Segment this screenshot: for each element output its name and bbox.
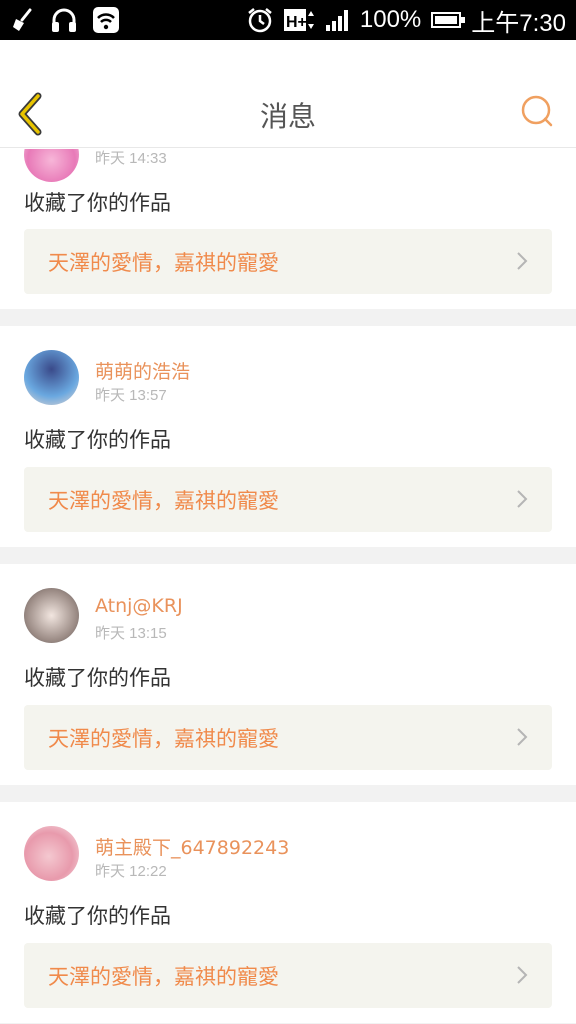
message-action: 收藏了你的作品 (24, 666, 171, 690)
username[interactable]: 萌萌的浩浩 (95, 357, 190, 384)
chevron-right-icon (517, 490, 528, 508)
alarm-icon (246, 6, 274, 34)
username[interactable]: 萌主殿下_647892243 (95, 833, 289, 860)
username[interactable]: Atnj@KRJ (95, 595, 183, 617)
header-bar: 消息 (0, 40, 576, 148)
work-link[interactable]: 天澤的愛情，嘉祺的寵愛 (24, 467, 552, 532)
work-link[interactable]: 天澤的愛情，嘉祺的寵愛 (24, 705, 552, 770)
clock: 上午7:30 (471, 9, 566, 37)
message-action: 收藏了你的作品 (24, 904, 171, 928)
separator (0, 309, 576, 326)
chevron-right-icon (517, 966, 528, 984)
chevron-right-icon (517, 728, 528, 746)
message-card: 萌萌的浩浩 昨天 13:57 收藏了你的作品 天澤的愛情，嘉祺的寵愛 (0, 326, 576, 547)
network-h-plus-icon: H+ (283, 6, 314, 34)
message-card: 昨天 14:33 收藏了你的作品 天澤的愛情，嘉祺的寵愛 (0, 149, 576, 309)
message-card: 萌主殿下_647892243 昨天 12:22 收藏了你的作品 天澤的愛情，嘉祺… (0, 802, 576, 1023)
search-button[interactable] (520, 94, 554, 128)
message-action: 收藏了你的作品 (24, 191, 171, 215)
work-title: 天澤的愛情，嘉祺的寵愛 (48, 488, 279, 513)
search-icon (521, 95, 553, 127)
message-action: 收藏了你的作品 (24, 428, 171, 452)
work-title: 天澤的愛情，嘉祺的寵愛 (48, 726, 279, 751)
avatar[interactable] (24, 588, 79, 643)
message-time: 昨天 13:15 (95, 625, 167, 642)
status-bar: H+ 100% 上午7:30 (0, 0, 576, 40)
chevron-right-icon (517, 252, 528, 270)
message-card: Atnj@KRJ 昨天 13:15 收藏了你的作品 天澤的愛情，嘉祺的寵愛 (0, 564, 576, 785)
page-title: 消息 (259, 100, 316, 133)
separator (0, 785, 576, 802)
separator (0, 547, 576, 564)
avatar[interactable] (24, 350, 79, 405)
headphones-icon (50, 6, 78, 34)
message-time: 昨天 14:33 (95, 150, 167, 167)
svg-text:H+: H+ (286, 14, 307, 31)
broom-icon (10, 6, 36, 34)
work-link[interactable]: 天澤的愛情，嘉祺的寵愛 (24, 943, 552, 1008)
work-title: 天澤的愛情，嘉祺的寵愛 (48, 250, 279, 275)
signal-icon (324, 6, 350, 34)
work-title: 天澤的愛情，嘉祺的寵愛 (48, 964, 279, 989)
battery-icon (431, 12, 466, 28)
wifi-icon (92, 6, 120, 34)
message-time: 昨天 12:22 (95, 863, 167, 880)
avatar[interactable] (24, 826, 79, 881)
battery-percent: 100% (359, 6, 422, 33)
message-time: 昨天 13:57 (95, 387, 167, 404)
message-list[interactable]: 昨天 14:33 收藏了你的作品 天澤的愛情，嘉祺的寵愛 萌萌的浩浩 昨天 13… (0, 149, 576, 1024)
avatar[interactable] (24, 149, 79, 182)
work-link[interactable]: 天澤的愛情，嘉祺的寵愛 (24, 229, 552, 294)
